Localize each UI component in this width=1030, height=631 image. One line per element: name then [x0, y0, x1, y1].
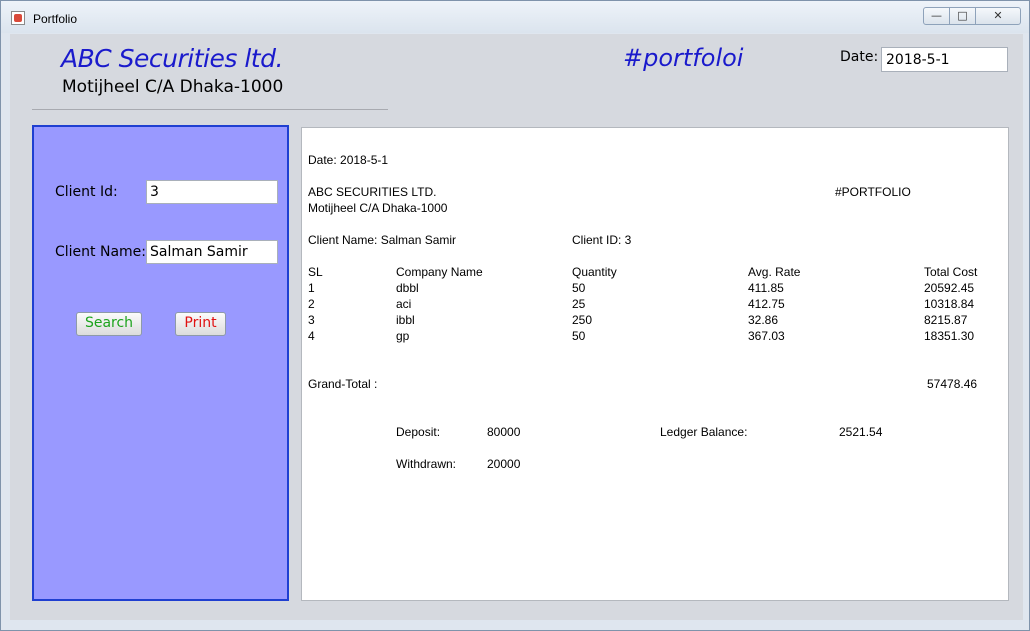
- client-id-label: Client Id:: [55, 184, 118, 200]
- portfolio-window: Portfolio — □ ✕ ABC Securities ltd. Moti…: [0, 0, 1030, 631]
- row-4-avg-rate: 367.03: [748, 329, 785, 343]
- row-2-sl: 2: [308, 297, 315, 311]
- deposit-label: Deposit:: [396, 425, 441, 439]
- column-header-sl: SL: [308, 265, 323, 279]
- header-separator: [32, 109, 388, 110]
- row-4-total-cost: 18351.30: [924, 329, 975, 343]
- row-2-avg-rate: 412.75: [748, 297, 785, 311]
- minimize-button[interactable]: —: [923, 7, 950, 25]
- ledger-balance-value: 2521.54: [839, 425, 883, 439]
- row-1-quantity: 50: [572, 281, 586, 295]
- java-app-icon: [11, 11, 25, 25]
- row-1-company: dbbl: [396, 281, 419, 295]
- row-4-sl: 4: [308, 329, 315, 343]
- report-tag: #PORTFOLIO: [835, 185, 911, 199]
- column-header-quantity: Quantity: [572, 265, 617, 279]
- client-name-label: Client Name:: [55, 244, 146, 260]
- row-3-total-cost: 8215.87: [924, 313, 968, 327]
- row-1-sl: 1: [308, 281, 315, 295]
- company-name: ABC Securities ltd.: [61, 44, 283, 73]
- close-button[interactable]: ✕: [975, 7, 1021, 25]
- row-3-sl: 3: [308, 313, 315, 327]
- deposit-value: 80000: [487, 425, 521, 439]
- row-3-avg-rate: 32.86: [748, 313, 779, 327]
- row-3-company: ibbl: [396, 313, 415, 327]
- withdrawn-value: 20000: [487, 457, 521, 471]
- row-4-company: gp: [396, 329, 410, 343]
- row-1-total-cost: 20592.45: [924, 281, 975, 295]
- row-1-avg-rate: 411.85: [748, 281, 784, 295]
- date-label: Date:: [840, 49, 879, 65]
- report-date: Date: 2018-5-1: [308, 153, 389, 167]
- maximize-button[interactable]: □: [949, 7, 976, 25]
- column-header-total-cost: Total Cost: [924, 265, 978, 279]
- print-button[interactable]: Print: [175, 312, 226, 336]
- column-header-company: Company Name: [396, 265, 483, 279]
- report-client-name: Client Name: Salman Samir: [308, 233, 457, 247]
- portfolio-tag: #portfoloi: [623, 44, 744, 72]
- row-4-quantity: 50: [572, 329, 586, 343]
- grand-total-value: 57478.46: [927, 377, 978, 391]
- date-input[interactable]: 2018-5-1: [881, 47, 1008, 72]
- report-company: ABC SECURITIES LTD.: [308, 185, 437, 199]
- report-address: Motijheel C/A Dhaka-1000: [308, 201, 448, 215]
- column-header-avg-rate: Avg. Rate: [748, 265, 801, 279]
- withdrawn-label: Withdrawn:: [396, 457, 457, 471]
- client-name-field[interactable]: Salman Samir: [146, 240, 278, 264]
- search-button[interactable]: Search: [76, 312, 142, 336]
- window-content: ABC Securities ltd. Motijheel C/A Dhaka-…: [10, 34, 1023, 620]
- report-client-id: Client ID: 3: [572, 233, 632, 247]
- client-id-field[interactable]: 3: [146, 180, 278, 204]
- row-2-quantity: 25: [572, 297, 586, 311]
- portfolio-report: Date: 2018-5-1 ABC SECURITIES LTD. Motij…: [301, 127, 1009, 601]
- row-2-total-cost: 10318.84: [924, 297, 975, 311]
- window-title: Portfolio: [33, 12, 78, 26]
- row-3-quantity: 250: [572, 313, 593, 327]
- client-search-panel: Client Id: 3 Client Name: Salman Samir S…: [32, 125, 289, 601]
- company-address: Motijheel C/A Dhaka-1000: [62, 77, 284, 97]
- title-bar[interactable]: Portfolio — □ ✕: [1, 1, 1029, 33]
- row-2-company: aci: [396, 297, 412, 311]
- ledger-balance-label: Ledger Balance:: [660, 425, 748, 439]
- grand-total-label: Grand-Total :: [308, 377, 378, 391]
